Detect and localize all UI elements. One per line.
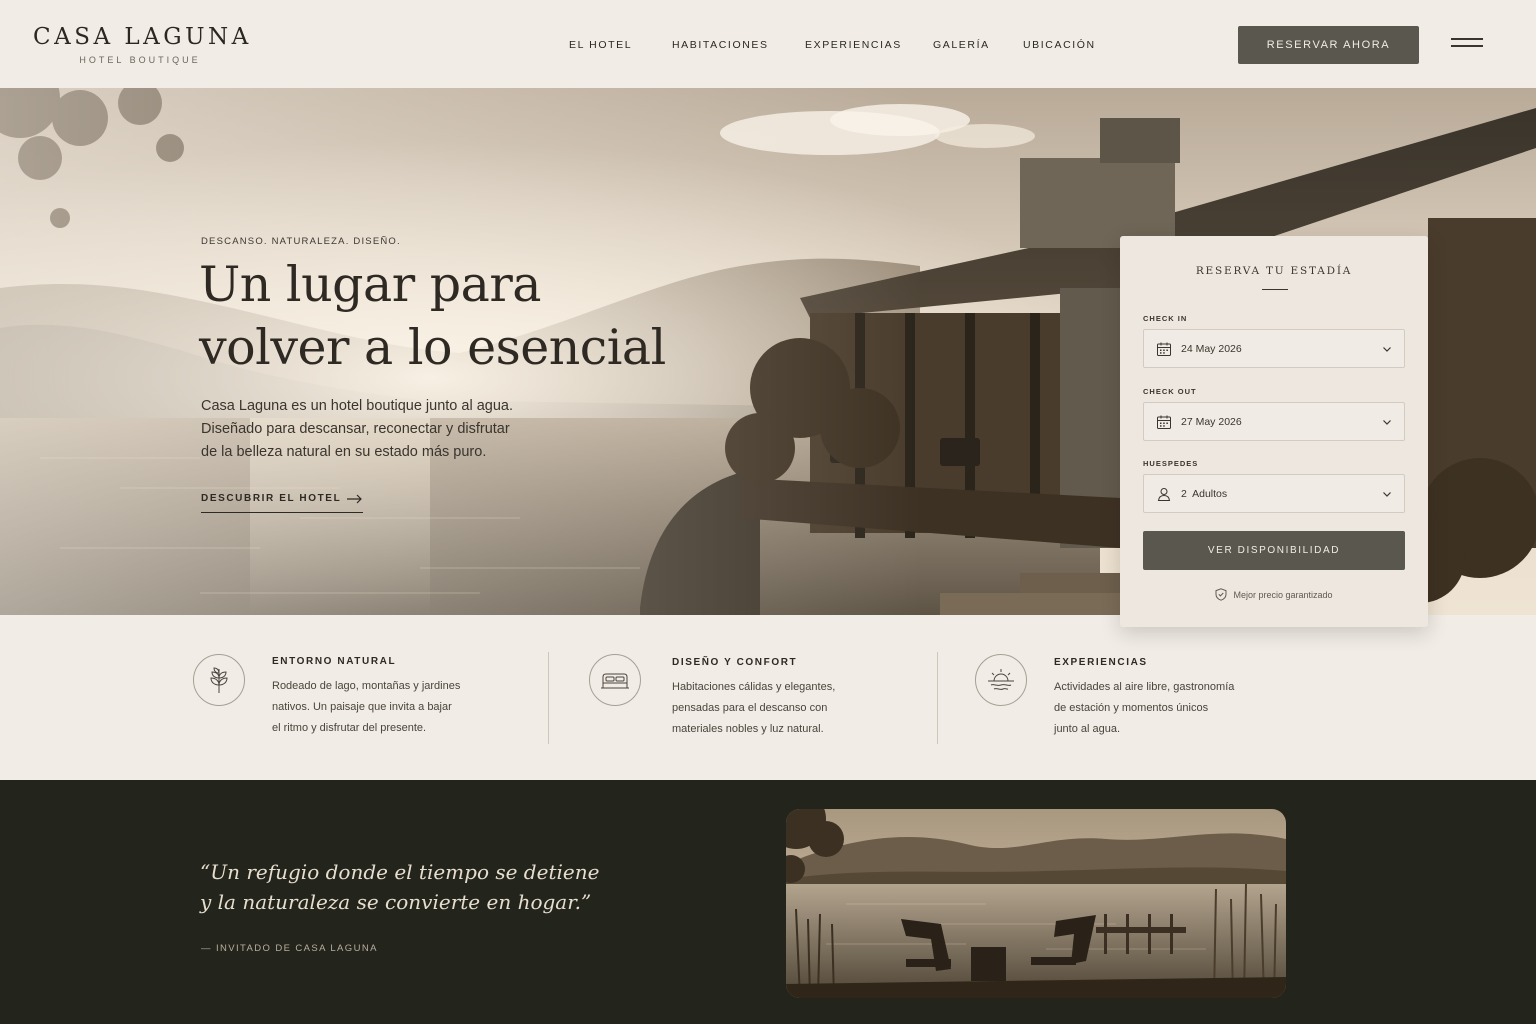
feature-line: pensadas para el descanso con [672, 702, 828, 714]
discover-hotel-link[interactable]: DESCUBRIR EL HOTEL [201, 493, 363, 513]
feature-line: Habitaciones cálidas y elegantes, [672, 681, 836, 693]
hero-description-line: Diseñado para descansar, reconectar y di… [201, 421, 510, 437]
hamburger-menu-icon[interactable] [1450, 34, 1484, 50]
guarantee-text: Mejor precio garantizado [1233, 589, 1333, 600]
hero-description-line: Casa Laguna es un hotel boutique junto a… [201, 398, 513, 414]
feature-divider [548, 652, 549, 744]
check-in-value: 24 May 2026 [1181, 342, 1242, 355]
booking-title: RESERVA TU ESTADÍA [1195, 265, 1353, 277]
feature-line: el ritmo y disfrutar del presente. [272, 722, 427, 734]
feature-description: Rodeado de lago, montañas y jardines nat… [272, 676, 460, 739]
hero-title-line: volver a lo esencial [199, 319, 666, 376]
nav-item-el-hotel[interactable]: EL HOTEL [569, 39, 632, 51]
feature-title: ENTORNO NATURAL [272, 656, 397, 667]
check-in-label: CHECK IN [1143, 314, 1188, 323]
check-out-field[interactable]: 27 May 2026 [1143, 402, 1405, 441]
feature-description: Habitaciones cálidas y elegantes, pensad… [672, 677, 835, 740]
guests-select[interactable]: 2 Adultos [1143, 474, 1405, 513]
brand-tagline: HOTEL BOUTIQUE [79, 55, 201, 65]
hero-title-line: Un lugar para [199, 256, 541, 313]
discover-hotel-label: DESCUBRIR EL HOTEL [201, 493, 342, 504]
nav-item-ubicacion[interactable]: UBICACIÓN [1023, 39, 1096, 51]
calendar-icon [1157, 415, 1171, 429]
check-out-label: CHECK OUT [1143, 387, 1197, 396]
hero-title: Un lugar para volver a lo esencial [199, 253, 666, 379]
check-out-value: 27 May 2026 [1181, 415, 1242, 428]
feature-line: nativos. Un paisaje que invita a bajar [272, 701, 452, 713]
check-availability-button[interactable]: VER DISPONIBILIDAD [1143, 531, 1405, 570]
booking-divider [1262, 289, 1288, 290]
feature-line: de estación y momentos únicos [1054, 702, 1209, 714]
feature-description: Actividades al aire libre, gastronomía d… [1054, 677, 1234, 740]
features-section: ENTORNO NATURAL Rodeado de lago, montaña… [0, 615, 1536, 780]
quote-line: “Un refugio donde el tiempo se detiene [200, 860, 600, 884]
arrow-right-icon [347, 494, 362, 503]
reserve-now-button[interactable]: RESERVAR AHORA [1238, 26, 1419, 64]
chevron-down-icon [1383, 419, 1391, 425]
testimonial-author: — INVITADO DE CASA LAGUNA [201, 943, 378, 954]
testimonial-section: “Un refugio donde el tiempo se detiene y… [0, 780, 1536, 1024]
guests-label: HUESPEDES [1143, 459, 1199, 468]
shield-check-icon [1215, 588, 1227, 601]
user-icon [1157, 487, 1171, 501]
feature-title: EXPERIENCIAS [1054, 657, 1148, 668]
chevron-down-icon [1383, 346, 1391, 352]
nav-item-galeria[interactable]: GALERÍA [933, 39, 990, 51]
bed-icon [589, 654, 641, 706]
quote-line: y la naturaleza se convierte en hogar.” [200, 890, 592, 914]
feature-divider [937, 652, 938, 744]
nav-item-experiencias[interactable]: EXPERIENCIAS [805, 39, 902, 51]
site-header: CASA LAGUNA HOTEL BOUTIQUE EL HOTEL HABI… [0, 0, 1536, 88]
sunset-icon [975, 654, 1027, 706]
check-in-field[interactable]: 24 May 2026 [1143, 329, 1405, 368]
chevron-down-icon [1383, 491, 1391, 497]
brand-name: CASA LAGUNA [33, 24, 252, 50]
hero-eyebrow: DESCANSO. NATURALEZA. DISEÑO. [201, 236, 401, 247]
feature-line: Actividades al aire libre, gastronomía [1054, 681, 1235, 693]
hero-description-line: de la belleza natural en su estado más p… [201, 444, 487, 460]
leaf-icon [193, 654, 245, 706]
lake-view-photo [786, 809, 1286, 998]
best-price-guarantee: Mejor precio garantizado [1120, 588, 1428, 601]
hero-description: Casa Laguna es un hotel boutique junto a… [201, 395, 546, 464]
testimonial-quote: “Un refugio donde el tiempo se detiene y… [200, 857, 599, 917]
feature-line: materiales nobles y luz natural. [672, 723, 824, 735]
booking-widget: RESERVA TU ESTADÍA CHECK IN 24 May 2026 … [1120, 236, 1428, 627]
feature-line: Rodeado de lago, montañas y jardines [272, 680, 461, 692]
calendar-icon [1157, 342, 1171, 356]
feature-title: DISEÑO Y CONFORT [672, 657, 798, 668]
brand-logo[interactable]: CASA LAGUNA HOTEL BOUTIQUE [33, 24, 252, 65]
nav-item-habitaciones[interactable]: HABITACIONES [672, 39, 769, 51]
guests-value: 2 Adultos [1181, 487, 1228, 500]
feature-line: junto al agua. [1054, 723, 1121, 735]
